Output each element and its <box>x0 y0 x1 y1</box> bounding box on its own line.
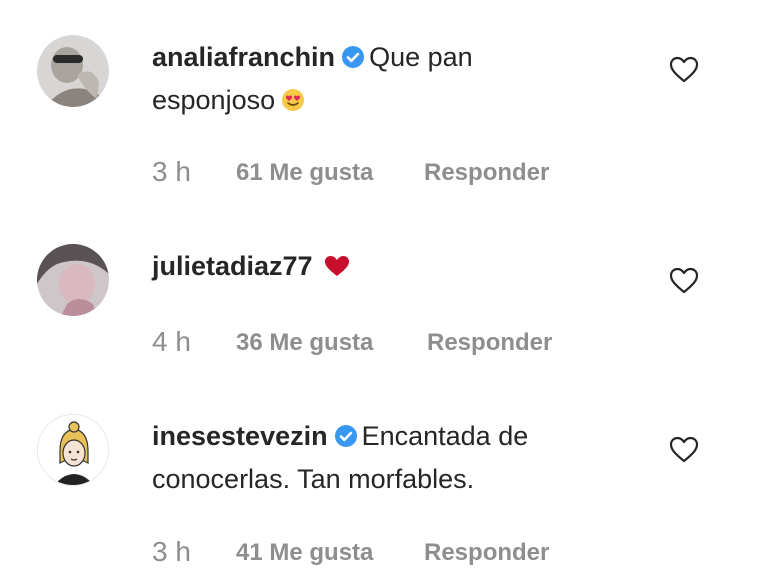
like-button[interactable] <box>668 434 700 464</box>
comment-time[interactable]: 3 h <box>152 536 191 568</box>
comment-likes[interactable]: 41 Me gusta <box>236 539 373 567</box>
comment-body-line2: esponjoso <box>152 85 276 115</box>
comment-username[interactable]: inesestevezin <box>152 421 328 451</box>
comment-text: inesestevezin Encantada de conocerlas. Ta… <box>152 415 622 501</box>
heart-eyes-emoji-icon <box>282 89 305 111</box>
comment-text: analiafranchin Que pan esponjoso <box>152 36 622 122</box>
like-button[interactable] <box>668 265 700 295</box>
verified-badge-icon <box>334 425 357 447</box>
heart-outline-icon <box>669 267 699 294</box>
comment-username[interactable]: analiafranchin <box>152 42 335 72</box>
heart-outline-icon <box>669 56 699 83</box>
comment-likes[interactable]: 36 Me gusta <box>236 329 373 357</box>
avatar-photo <box>37 35 109 107</box>
comment-body-line2: conocerlas. Tan morfables. <box>152 464 475 494</box>
avatar-illustration <box>38 415 108 485</box>
heart-outline-icon <box>669 436 699 463</box>
avatar[interactable] <box>37 35 109 107</box>
reply-button[interactable]: Responder <box>427 329 552 357</box>
avatar[interactable] <box>37 244 109 316</box>
comment-username[interactable]: julietadiaz77 <box>152 251 313 281</box>
comment-likes[interactable]: 61 Me gusta <box>236 159 373 187</box>
comment-body-line1: Que pan <box>369 42 473 72</box>
comment-text: julietadiaz77 <box>152 245 622 288</box>
comment-time[interactable]: 4 h <box>152 326 191 358</box>
reply-button[interactable]: Responder <box>424 539 549 567</box>
comment-body-line1: Encantada de <box>361 421 529 451</box>
avatar-photo <box>37 244 109 316</box>
reply-button[interactable]: Responder <box>424 159 549 187</box>
like-button[interactable] <box>668 54 700 84</box>
red-heart-emoji-icon <box>324 256 349 276</box>
verified-badge-icon <box>342 46 365 68</box>
comment-time[interactable]: 3 h <box>152 156 191 188</box>
avatar[interactable] <box>37 414 109 486</box>
